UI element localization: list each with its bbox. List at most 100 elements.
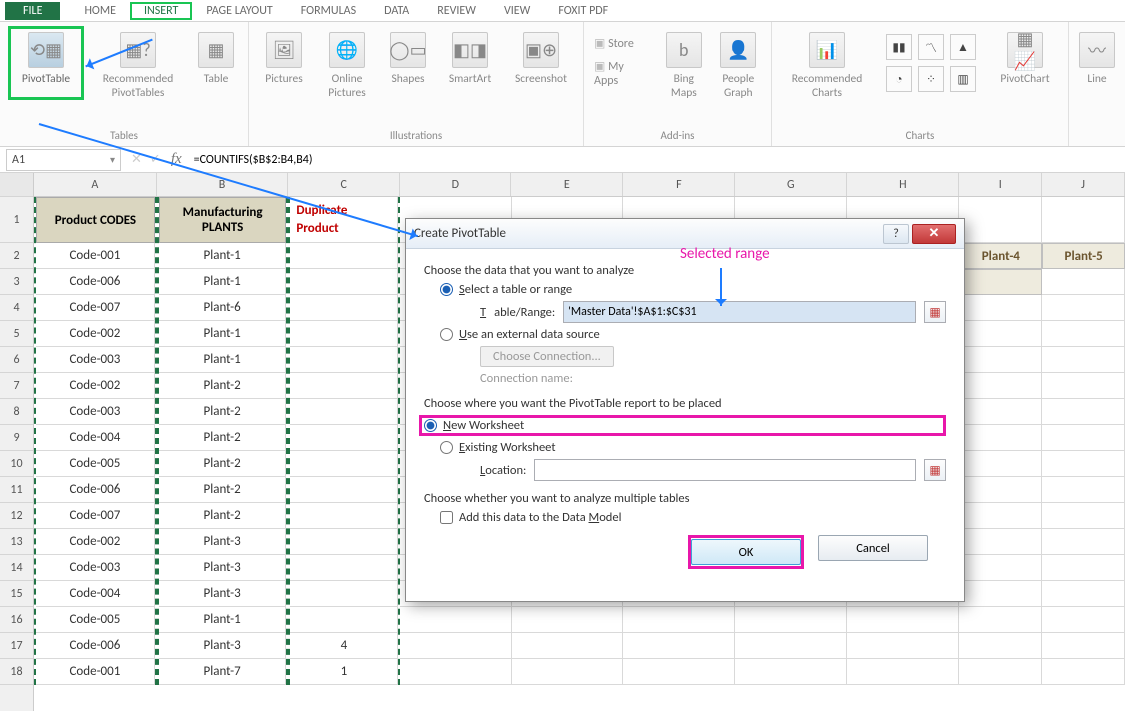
- cell[interactable]: [959, 555, 1042, 581]
- row-header[interactable]: 2: [0, 243, 33, 269]
- cell[interactable]: [290, 477, 398, 503]
- cell[interactable]: [959, 197, 1042, 243]
- table-button[interactable]: ▦ Table: [192, 26, 240, 100]
- fx-icon[interactable]: fx: [165, 151, 188, 168]
- row-header[interactable]: 7: [0, 373, 33, 399]
- cell[interactable]: Code-004: [36, 425, 155, 451]
- cell[interactable]: Code-001: [36, 243, 155, 269]
- cell[interactable]: Plant-7: [159, 659, 287, 685]
- cell[interactable]: Code-001: [36, 659, 155, 685]
- tab-insert[interactable]: INSERT: [130, 2, 192, 20]
- cell[interactable]: Plant-5: [1042, 243, 1125, 269]
- col-header-e[interactable]: E: [511, 173, 623, 196]
- cell[interactable]: [290, 503, 398, 529]
- cell[interactable]: Plant-3: [159, 555, 287, 581]
- cell[interactable]: [290, 399, 398, 425]
- cell[interactable]: [1042, 477, 1125, 503]
- shapes-button[interactable]: ◯▭Shapes: [383, 26, 433, 100]
- cell[interactable]: 1: [290, 659, 398, 685]
- cell[interactable]: Plant-3: [159, 581, 287, 607]
- pie-chart-icon[interactable]: ◔: [886, 66, 912, 92]
- row-header[interactable]: 13: [0, 529, 33, 555]
- cell[interactable]: [1042, 503, 1125, 529]
- cell[interactable]: [847, 659, 959, 685]
- radio-existing-worksheet[interactable]: Existing Worksheet: [440, 440, 946, 455]
- cell[interactable]: [1042, 555, 1125, 581]
- cell[interactable]: [400, 659, 511, 685]
- row-header[interactable]: 8: [0, 399, 33, 425]
- cell[interactable]: Plant-1: [159, 243, 287, 269]
- screenshot-button[interactable]: ▣⊕Screenshot: [507, 26, 575, 100]
- cell[interactable]: 4: [290, 633, 398, 659]
- cell[interactable]: [1042, 659, 1125, 685]
- cell[interactable]: [1042, 607, 1125, 633]
- row-header[interactable]: 10: [0, 451, 33, 477]
- radio-select-range[interactable]: SSelect a table or rangeelect a table or…: [440, 282, 946, 297]
- cell[interactable]: Plant-2: [159, 477, 287, 503]
- row-header[interactable]: 17: [0, 633, 33, 659]
- cell[interactable]: Plant-1: [159, 607, 287, 633]
- checkbox-data-model[interactable]: Add this data to the Data Model: [440, 510, 946, 525]
- cell[interactable]: [1042, 529, 1125, 555]
- cell[interactable]: [290, 347, 398, 373]
- cell[interactable]: [959, 633, 1042, 659]
- cell[interactable]: [1042, 451, 1125, 477]
- cell[interactable]: [290, 555, 398, 581]
- location-input[interactable]: [534, 459, 916, 481]
- cell[interactable]: Product CODES: [36, 197, 155, 243]
- cell[interactable]: [959, 347, 1042, 373]
- row-header[interactable]: 12: [0, 503, 33, 529]
- cell[interactable]: Plant-4: [959, 243, 1042, 269]
- cell[interactable]: Code-002: [36, 529, 155, 555]
- cell[interactable]: [959, 607, 1042, 633]
- cell[interactable]: [735, 633, 847, 659]
- cell[interactable]: [290, 269, 398, 295]
- cell[interactable]: [1042, 425, 1125, 451]
- scatter-chart-icon[interactable]: ⁘: [918, 66, 944, 92]
- col-header-i[interactable]: I: [959, 173, 1042, 196]
- cell[interactable]: [1042, 633, 1125, 659]
- row-header[interactable]: 11: [0, 477, 33, 503]
- cell[interactable]: Code-003: [36, 347, 155, 373]
- cell[interactable]: [959, 373, 1042, 399]
- cell[interactable]: [1042, 347, 1125, 373]
- row-header[interactable]: 18: [0, 659, 33, 685]
- cell[interactable]: [290, 529, 398, 555]
- cell[interactable]: [1042, 269, 1125, 295]
- table-range-input[interactable]: [563, 301, 916, 323]
- cell[interactable]: Code-003: [36, 399, 155, 425]
- cell[interactable]: [290, 581, 398, 607]
- cell[interactable]: Plant-2: [159, 399, 287, 425]
- cell[interactable]: [290, 373, 398, 399]
- cell[interactable]: [512, 659, 624, 685]
- cell[interactable]: [959, 581, 1042, 607]
- cell[interactable]: Plant-3: [159, 633, 287, 659]
- cell[interactable]: [959, 659, 1042, 685]
- bing-maps-button[interactable]: bBing Maps: [662, 26, 706, 100]
- cell[interactable]: Code-004: [36, 581, 155, 607]
- name-box[interactable]: A1: [6, 149, 121, 171]
- cell[interactable]: [959, 451, 1042, 477]
- cell[interactable]: [400, 633, 511, 659]
- row-header[interactable]: 1: [0, 197, 33, 243]
- cell[interactable]: Plant-2: [159, 503, 287, 529]
- recommended-pivot-button[interactable]: ▦? Recommended PivotTables: [92, 26, 184, 100]
- col-header-g[interactable]: G: [735, 173, 847, 196]
- row-header[interactable]: 14: [0, 555, 33, 581]
- line-chart-icon[interactable]: 〽: [918, 34, 944, 60]
- row-header[interactable]: 15: [0, 581, 33, 607]
- col-header-d[interactable]: D: [400, 173, 511, 196]
- area-chart-icon[interactable]: ▲: [950, 34, 976, 60]
- cell[interactable]: Code-006: [36, 269, 155, 295]
- cell[interactable]: Code-003: [36, 555, 155, 581]
- cell[interactable]: [290, 425, 398, 451]
- help-icon[interactable]: ?: [883, 224, 909, 244]
- cell[interactable]: [290, 295, 398, 321]
- cell[interactable]: Plant-1: [159, 321, 287, 347]
- cell[interactable]: Code-006: [36, 633, 155, 659]
- pivottable-button[interactable]: ⟲▦ PivotTable: [8, 26, 84, 100]
- range-picker-icon[interactable]: [924, 301, 946, 323]
- row-header[interactable]: 3: [0, 269, 33, 295]
- cell[interactable]: Plant-1: [159, 347, 287, 373]
- cell[interactable]: [290, 451, 398, 477]
